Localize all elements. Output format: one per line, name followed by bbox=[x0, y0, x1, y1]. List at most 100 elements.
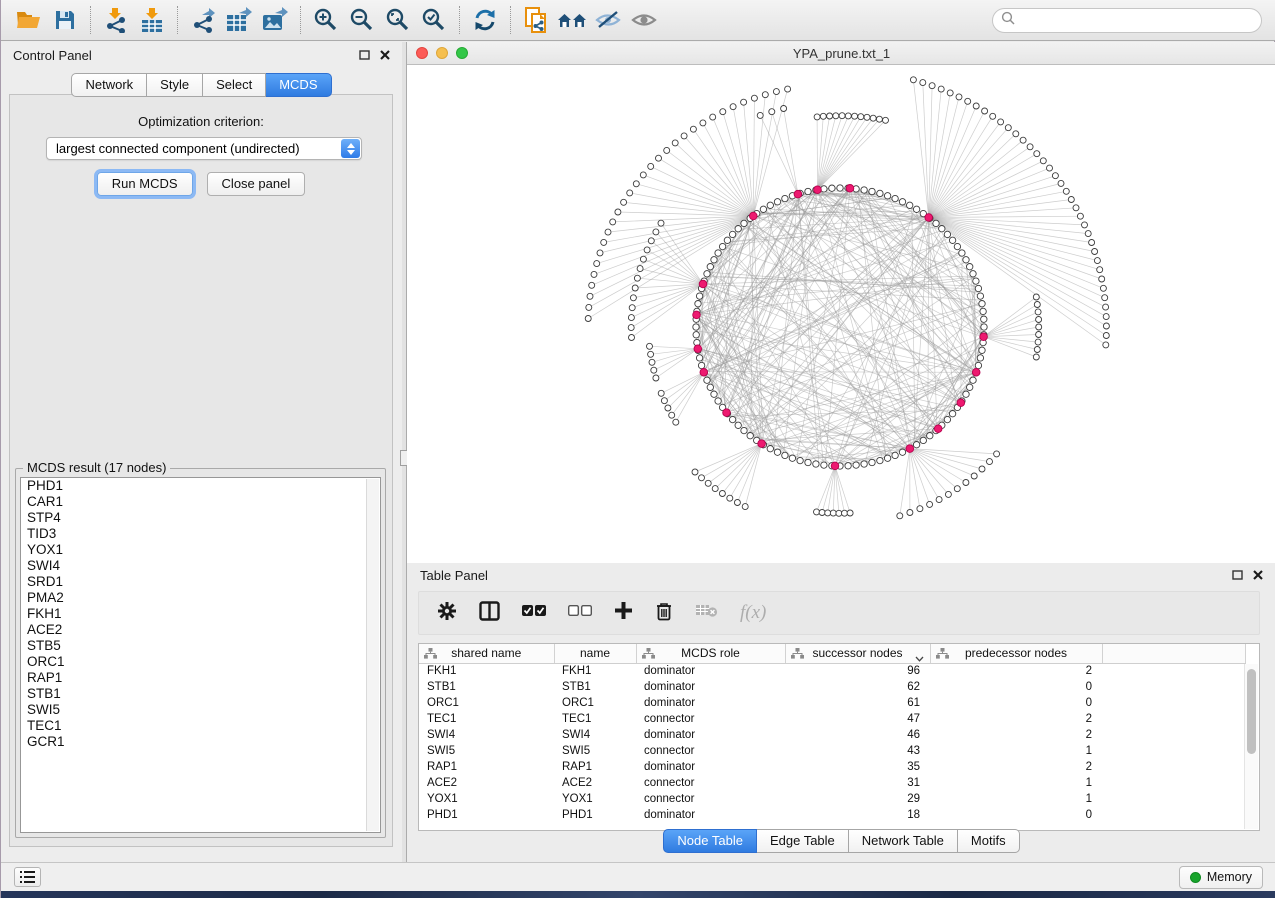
network-node[interactable] bbox=[925, 214, 933, 222]
network-node[interactable] bbox=[899, 449, 905, 455]
network-node[interactable] bbox=[658, 220, 664, 226]
network-node[interactable] bbox=[839, 113, 845, 119]
network-node[interactable] bbox=[861, 461, 867, 467]
network-node[interactable] bbox=[730, 104, 736, 110]
tab-select[interactable]: Select bbox=[203, 73, 266, 97]
network-node[interactable] bbox=[781, 106, 787, 112]
network-node[interactable] bbox=[1033, 294, 1039, 300]
network-node[interactable] bbox=[704, 271, 710, 277]
mcds-result-item[interactable]: STB5 bbox=[21, 638, 380, 654]
cell-mcds-role[interactable]: dominator bbox=[636, 727, 785, 743]
network-node[interactable] bbox=[797, 457, 803, 463]
cell-name[interactable]: TEC1 bbox=[554, 711, 636, 727]
tab-node-table[interactable]: Node Table bbox=[663, 829, 757, 853]
network-node[interactable] bbox=[767, 446, 773, 452]
network-node[interactable] bbox=[1035, 309, 1041, 315]
network-node[interactable] bbox=[693, 324, 699, 330]
cell-name[interactable]: PHD1 bbox=[554, 807, 636, 823]
search-input[interactable] bbox=[1020, 13, 1253, 27]
network-node[interactable] bbox=[1068, 197, 1074, 203]
network-node[interactable] bbox=[589, 282, 595, 288]
network-node[interactable] bbox=[913, 442, 919, 448]
network-node[interactable] bbox=[693, 332, 699, 338]
network-node[interactable] bbox=[980, 308, 986, 314]
duplicate-network-icon[interactable] bbox=[518, 4, 554, 36]
network-node[interactable] bbox=[977, 355, 983, 361]
network-node[interactable] bbox=[1005, 125, 1011, 131]
export-image-icon[interactable] bbox=[257, 4, 293, 36]
network-node[interactable] bbox=[741, 220, 747, 226]
cell-successor-nodes[interactable]: 31 bbox=[785, 775, 930, 791]
network-node[interactable] bbox=[1034, 347, 1040, 353]
network-node[interactable] bbox=[633, 181, 639, 187]
network-node[interactable] bbox=[847, 510, 853, 516]
column-header-name[interactable]: name bbox=[554, 644, 636, 663]
network-node[interactable] bbox=[1052, 173, 1058, 179]
mcds-result-item[interactable]: FKH1 bbox=[21, 606, 380, 622]
network-node[interactable] bbox=[970, 271, 976, 277]
cell-name[interactable]: ACE2 bbox=[554, 775, 636, 791]
network-node[interactable] bbox=[973, 278, 979, 284]
cell-predecessor-nodes[interactable]: 2 bbox=[930, 727, 1102, 743]
memory-button[interactable]: Memory bbox=[1179, 866, 1263, 889]
network-node[interactable] bbox=[994, 451, 1000, 457]
table-row[interactable]: ACE2ACE2connector311 bbox=[419, 775, 1245, 791]
network-node[interactable] bbox=[651, 367, 657, 373]
network-node[interactable] bbox=[711, 257, 717, 263]
cell-successor-nodes[interactable]: 46 bbox=[785, 727, 930, 743]
network-node[interactable] bbox=[715, 250, 721, 256]
network-node[interactable] bbox=[1035, 339, 1041, 345]
network-node[interactable] bbox=[710, 114, 716, 120]
network-node[interactable] bbox=[897, 513, 903, 519]
table-scroll-thumb[interactable] bbox=[1247, 669, 1256, 754]
table-row[interactable]: RAP1RAP1dominator352 bbox=[419, 759, 1245, 775]
network-node[interactable] bbox=[649, 359, 655, 365]
network-node[interactable] bbox=[705, 480, 711, 486]
network-node[interactable] bbox=[632, 285, 638, 291]
network-node[interactable] bbox=[845, 113, 851, 119]
network-node[interactable] bbox=[723, 409, 731, 417]
cell-successor-nodes[interactable]: 43 bbox=[785, 743, 930, 759]
network-window-titlebar[interactable]: YPA_prune.txt_1 bbox=[407, 42, 1275, 65]
network-node[interactable] bbox=[927, 433, 933, 439]
network-node[interactable] bbox=[734, 500, 740, 506]
network-node[interactable] bbox=[981, 316, 987, 322]
network-node[interactable] bbox=[1082, 222, 1088, 228]
cell-predecessor-nodes[interactable]: 0 bbox=[930, 695, 1102, 711]
table-row[interactable]: FKH1FKH1dominator962 bbox=[419, 663, 1245, 679]
network-node[interactable] bbox=[610, 219, 616, 225]
network-node[interactable] bbox=[735, 422, 741, 428]
table-row[interactable]: TEC1TEC1connector472 bbox=[419, 711, 1245, 727]
network-node[interactable] bbox=[794, 190, 802, 198]
network-node[interactable] bbox=[1103, 323, 1109, 329]
network-node[interactable] bbox=[980, 333, 988, 341]
network-node[interactable] bbox=[936, 497, 942, 503]
network-node[interactable] bbox=[690, 126, 696, 132]
cell-name[interactable]: SWI4 bbox=[554, 727, 636, 743]
network-node[interactable] bbox=[869, 188, 875, 194]
export-table-icon[interactable] bbox=[221, 4, 257, 36]
network-node[interactable] bbox=[831, 462, 839, 470]
network-node[interactable] bbox=[954, 486, 960, 492]
zoom-in-icon[interactable] bbox=[308, 4, 344, 36]
network-node[interactable] bbox=[720, 109, 726, 115]
cell-shared-name[interactable]: PHD1 bbox=[419, 807, 554, 823]
network-node[interactable] bbox=[957, 399, 965, 407]
network-node[interactable] bbox=[1100, 285, 1106, 291]
network-node[interactable] bbox=[715, 398, 721, 404]
network-node[interactable] bbox=[661, 398, 667, 404]
network-node[interactable] bbox=[640, 256, 646, 262]
network-node[interactable] bbox=[864, 114, 870, 120]
network-node[interactable] bbox=[621, 199, 627, 205]
network-node[interactable] bbox=[907, 510, 913, 516]
network-node[interactable] bbox=[774, 449, 780, 455]
network-node[interactable] bbox=[842, 510, 848, 516]
network-node[interactable] bbox=[644, 247, 650, 253]
table-row[interactable]: SWI5SWI5connector431 bbox=[419, 743, 1245, 759]
network-node[interactable] bbox=[782, 452, 788, 458]
cell-predecessor-nodes[interactable]: 1 bbox=[930, 743, 1102, 759]
mcds-result-item[interactable]: RAP1 bbox=[21, 670, 380, 686]
table-settings-icon[interactable] bbox=[437, 601, 457, 626]
network-node[interactable] bbox=[938, 86, 944, 92]
float-panel-icon[interactable] bbox=[359, 47, 370, 65]
